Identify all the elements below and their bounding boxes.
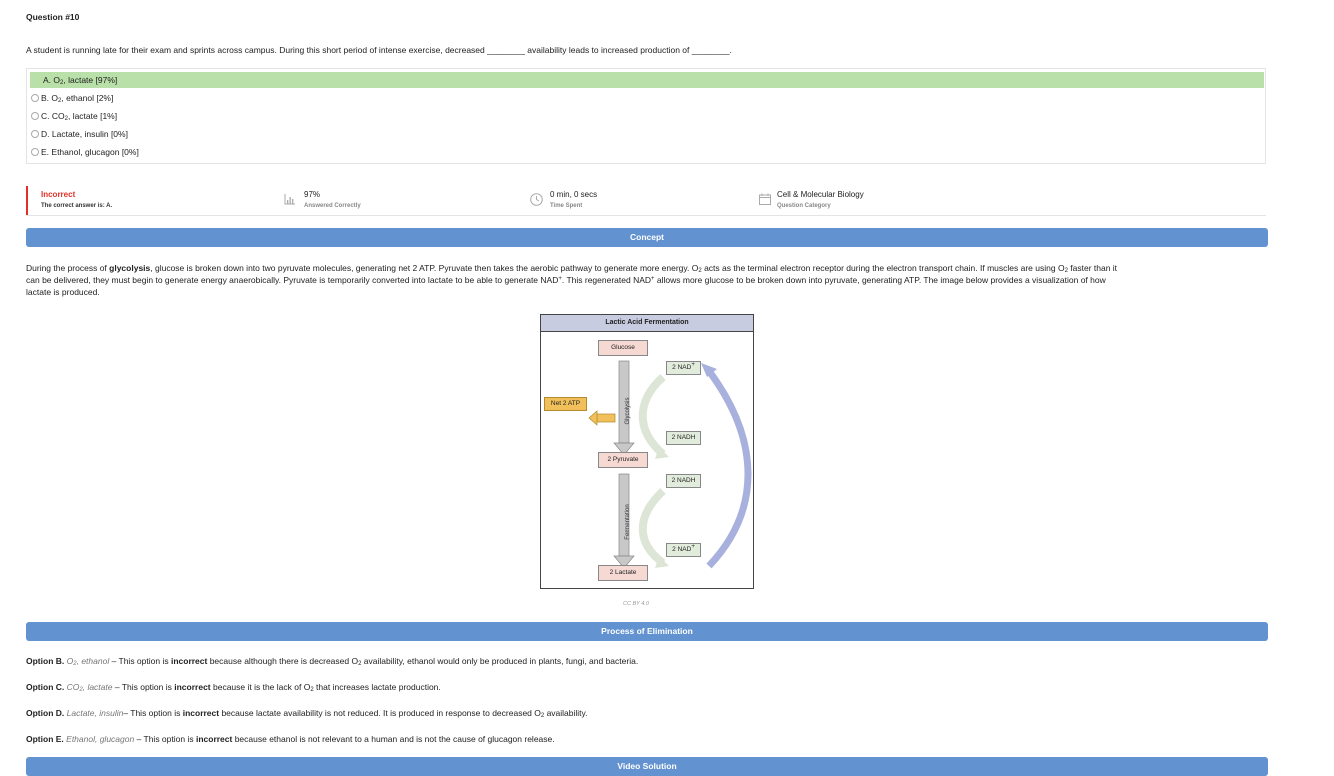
- concept-paragraph: During the process of glycolysis, glucos…: [26, 263, 1118, 297]
- result-status: Incorrect: [41, 190, 76, 199]
- glycolysis-label: Glycolysis: [625, 397, 631, 425]
- fermentation-label-wrap: Fermentation: [624, 495, 632, 555]
- radio-button[interactable]: [31, 112, 39, 120]
- nadh-top-box: 2 NADH: [666, 431, 701, 445]
- correct-answer-text: The correct answer is: A.: [41, 203, 113, 209]
- percent-correct: 97%: [304, 190, 321, 199]
- nad-top-box: 2 NAD+: [666, 361, 701, 375]
- percent-correct-label: Answered Correctly: [304, 203, 361, 209]
- question-category-label: Question Category: [777, 203, 831, 209]
- result-stats-bar: Incorrect The correct answer is: A. 97% …: [26, 185, 1266, 216]
- option-b-explanation: Option B. O2, ethanol – This option is i…: [26, 656, 639, 667]
- elimination-banner: Process of Elimination: [26, 622, 1268, 641]
- choice-a[interactable]: A. O2, lactate [97%]: [30, 72, 1264, 88]
- glucose-box: Glucose: [598, 340, 648, 356]
- diagram-title: Lactic Acid Fermentation: [541, 315, 753, 332]
- choice-d[interactable]: D. Lactate, insulin [0%]: [31, 126, 128, 142]
- choice-text: O2, ethanol [2%]: [51, 93, 114, 104]
- pyruvate-box: 2 Pyruvate: [598, 452, 648, 468]
- nadh-bottom-box: 2 NADH: [666, 474, 701, 488]
- nad-bottom-box: 2 NAD+: [666, 543, 701, 557]
- choice-text: Lactate, insulin [0%]: [51, 129, 128, 139]
- bar-chart-icon: [284, 194, 295, 205]
- choice-letter: E.: [41, 147, 50, 157]
- time-spent: 0 min, 0 secs: [550, 190, 598, 199]
- question-number: Question #10: [26, 12, 80, 22]
- time-spent-label: Time Spent: [550, 203, 583, 209]
- radio-button[interactable]: [31, 94, 39, 102]
- choice-c[interactable]: C. CO2, lactate [1%]: [31, 108, 117, 124]
- clock-icon: [530, 193, 543, 206]
- question-category: Cell & Molecular Biology: [777, 190, 864, 199]
- choice-text: O2, lactate [97%]: [53, 75, 118, 86]
- option-d-explanation: Option D. Lactate, insulin– This option …: [26, 708, 588, 719]
- radio-button[interactable]: [31, 130, 39, 138]
- question-stem: A student is running late for their exam…: [26, 45, 732, 55]
- glycolysis-label-wrap: Glycolysis: [624, 384, 632, 444]
- choice-text: CO2, lactate [1%]: [51, 111, 118, 122]
- concept-banner: Concept: [26, 228, 1268, 247]
- calendar-icon: [759, 193, 771, 205]
- choice-b[interactable]: B. O2, ethanol [2%]: [31, 90, 113, 106]
- choice-text: Ethanol, glucagon [0%]: [51, 147, 139, 157]
- choice-letter: D.: [41, 129, 50, 139]
- answer-choices: A. O2, lactate [97%] B. O2, ethanol [2%]…: [26, 68, 1266, 164]
- choice-letter: B.: [41, 93, 50, 103]
- fermentation-label: Fermentation: [625, 504, 631, 540]
- video-solution-banner: Video Solution: [26, 757, 1268, 776]
- choice-letter: C.: [41, 111, 50, 121]
- net-atp-box: Net 2 ATP: [544, 397, 587, 411]
- lactic-acid-fermentation-diagram: Lactic Acid Fermentation Glycolysis Ferm…: [540, 314, 754, 589]
- choice-e[interactable]: E. Ethanol, glucagon [0%]: [31, 144, 139, 160]
- option-e-explanation: Option E. Ethanol, glucagon – This optio…: [26, 734, 555, 744]
- image-credit: CC BY 4.0: [623, 601, 649, 607]
- option-c-explanation: Option C. CO2, lactate – This option is …: [26, 682, 441, 693]
- lactate-box: 2 Lactate: [598, 565, 648, 581]
- incorrect-indicator: [26, 186, 28, 215]
- radio-button[interactable]: [31, 148, 39, 156]
- choice-letter: A.: [43, 75, 52, 85]
